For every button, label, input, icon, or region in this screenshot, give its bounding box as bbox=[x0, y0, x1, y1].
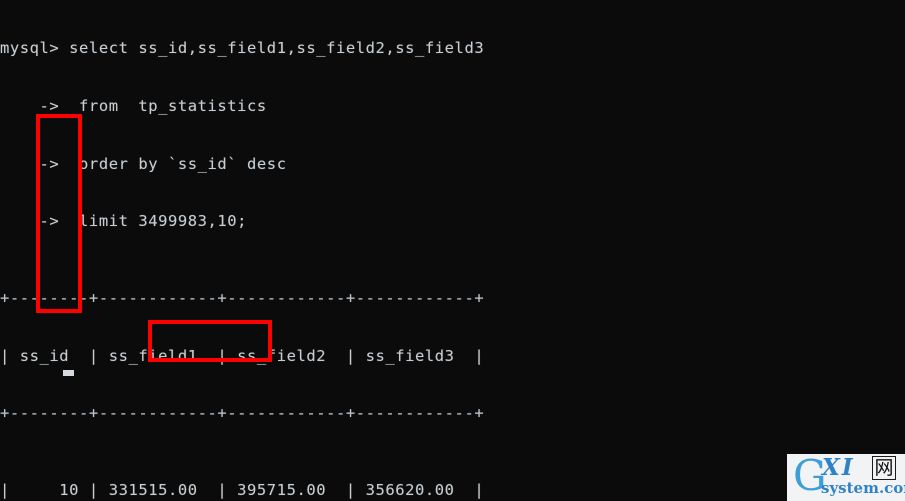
table-rule-top: +--------+------------+------------+----… bbox=[0, 288, 485, 307]
watermark-letters-xi: XI bbox=[822, 454, 855, 481]
query-line-1: mysql> select ss_id,ss_field1,ss_field2,… bbox=[0, 39, 485, 58]
table-rule-header: +--------+------------+------------+----… bbox=[0, 404, 485, 423]
table-header-row: | ss_id | ss_field1 | ss_field2 | ss_fie… bbox=[0, 346, 485, 365]
query-line-3: -> order by `ss_id` desc bbox=[0, 154, 287, 173]
query-line-2: -> from tp_statistics bbox=[0, 97, 267, 115]
text-cursor bbox=[63, 370, 74, 376]
table-row: | 10 | 331515.00 | 395715.00 | 356620.00… bbox=[0, 480, 485, 499]
terminal-screen: mysql> select ss_id,ss_field1,ss_field2,… bbox=[0, 0, 905, 501]
watermark-logo: G XI 网 system.com bbox=[787, 454, 905, 501]
terminal-output[interactable]: mysql> select ss_id,ss_field1,ss_field2,… bbox=[0, 0, 905, 501]
watermark-cjk-glyph: 网 bbox=[872, 456, 896, 480]
query-line-4: -> limit 3499983,10; bbox=[0, 212, 248, 231]
watermark-domain: system.com bbox=[821, 479, 905, 497]
